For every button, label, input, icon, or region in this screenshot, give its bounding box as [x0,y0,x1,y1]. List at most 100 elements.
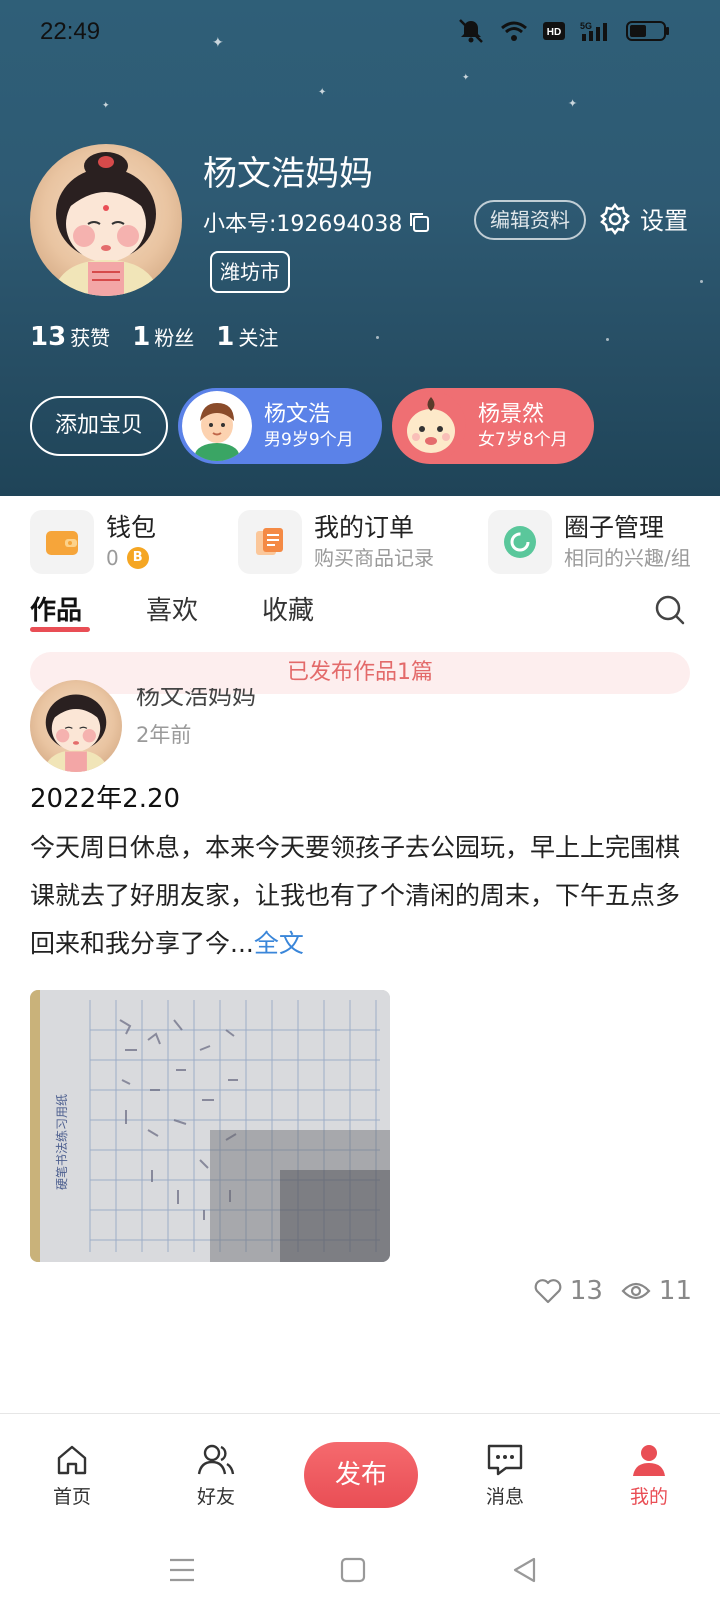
stat-number: 13 [30,322,67,352]
stat-number: 1 [216,322,235,352]
profile-header: ✦ ✦ ✦ ✦ ✦ 22:49 HD 5G 杨文浩妈妈 小本号:19269403… [0,0,720,496]
star-decoration [606,338,609,341]
like-count: 13 [569,1276,603,1306]
child-card-girl[interactable]: 杨景然 女7岁8个月 [392,388,594,464]
add-baby-button[interactable]: 添加宝贝 [30,396,168,456]
mute-bell-icon [459,19,483,43]
post-author-name[interactable]: 杨文浩妈妈 [136,688,256,710]
stat-following[interactable]: 1 关注 [216,322,278,352]
tab-works[interactable]: 作品 [30,590,82,627]
profile-stats: 13 获赞 1 粉丝 1 关注 [30,322,278,352]
post-body-text: 今天周日休息，本来今天要领孩子去公园玩，早上上完围棋课就去了好朋友家，让我也有了… [30,833,681,958]
tab-likes[interactable]: 喜欢 [146,590,198,627]
search-icon [655,595,685,625]
gear-icon [600,202,630,235]
friends-icon [197,1444,235,1475]
system-navigation-bar [0,1531,720,1612]
stat-fans[interactable]: 1 粉丝 [132,322,194,352]
content-tabs: 作品 喜欢 收藏 [30,590,690,640]
eye-icon [621,1282,651,1300]
orders-title: 我的订单 [314,513,415,542]
avatar-illustration [43,694,109,772]
star-decoration: ✦ [462,73,470,83]
child-name: 杨景然 [478,402,545,427]
circle-icon [488,510,552,574]
circle-title: 圈子管理 [564,513,665,542]
star-decoration: ✦ [318,87,327,98]
signal-5g-icon: 5G [580,21,607,41]
star-decoration [376,336,379,339]
child-age: 女7岁8个月 [478,430,568,450]
child-card-boy[interactable]: 杨文浩 男9岁9个月 [178,388,382,464]
order-icon [238,510,302,574]
status-time: 22:49 [40,18,101,45]
battery-icon [626,21,669,41]
home-icon [57,1445,87,1475]
profile-username: 杨文浩妈妈 [203,154,373,194]
shortcut-row: 钱包 0B 我的订单 购买商品记录 圈子管理 相同的兴趣/组 [0,510,720,584]
coin-icon: B [126,547,149,569]
nav-home-label: 首页 [52,1486,91,1508]
svg-text:HD: HD [547,27,561,38]
avatar-illustration [52,152,160,296]
stat-label: 获赞 [70,326,111,350]
post-body[interactable]: 今天周日休息，本来今天要领孩子去公园玩，早上上完围棋课就去了好朋友家，让我也有了… [30,824,680,968]
tab-favorites[interactable]: 收藏 [262,590,314,627]
heart-icon[interactable] [534,1278,562,1304]
boy-avatar [182,391,252,461]
search-button[interactable] [654,594,686,630]
status-bar: 22:49 HD 5G [0,0,720,64]
profile-avatar[interactable] [30,144,182,296]
wallet-title: 钱包 [106,513,157,542]
active-tab-indicator [30,627,90,632]
post-title: 2022年2.20 [30,784,181,814]
post-author-avatar[interactable] [30,680,122,772]
nav-friends-label: 好友 [196,1486,235,1508]
home-square-icon[interactable] [340,1557,366,1583]
nav-me-label: 我的 [629,1486,668,1508]
wifi-icon [501,21,527,41]
wallet-balance: 0 [106,546,119,570]
status-icons: HD 5G [456,18,670,44]
read-more-link[interactable]: 全文 [254,929,304,958]
stat-number: 1 [132,322,151,352]
svg-text:硬笔书法练习用纸: 硬笔书法练习用纸 [54,1094,69,1190]
orders-subtitle: 购买商品记录 [314,546,434,570]
post-stats: 13 11 [534,1276,692,1306]
menu-icon[interactable] [168,1557,196,1583]
stat-label: 粉丝 [154,326,195,350]
view-count: 11 [658,1276,692,1306]
person-icon [633,1445,665,1476]
message-icon [487,1444,523,1476]
nav-me[interactable]: 我的 [604,1442,694,1509]
back-triangle-icon[interactable] [512,1557,538,1583]
star-decoration: ✦ [102,101,110,111]
stat-label: 关注 [238,326,279,350]
copy-icon[interactable] [408,211,430,233]
published-count-banner: 已发布作品1篇 [30,652,690,694]
nav-home[interactable]: 首页 [27,1442,117,1509]
svg-text:5G: 5G [580,21,592,31]
city-badge: 潍坊市 [210,251,290,293]
circle-shortcut[interactable]: 圈子管理 相同的兴趣/组 [488,510,691,574]
child-age: 男9岁9个月 [264,430,354,450]
publish-button[interactable]: 发布 [304,1442,418,1508]
wallet-shortcut[interactable]: 钱包 0B [30,510,156,574]
nav-friends[interactable]: 好友 [171,1442,261,1509]
settings-button[interactable]: 设置 [598,201,688,236]
nav-messages[interactable]: 消息 [460,1442,550,1509]
edit-profile-button[interactable]: 编辑资料 [474,200,586,240]
circle-subtitle: 相同的兴趣/组 [564,546,691,570]
child-name: 杨文浩 [264,402,331,427]
post-image[interactable]: 硬笔书法练习用纸 [30,990,390,1262]
account-id-text: 小本号:192694038 [203,212,403,237]
orders-shortcut[interactable]: 我的订单 购买商品记录 [238,510,434,574]
settings-label: 设置 [640,207,688,235]
nav-messages-label: 消息 [485,1486,524,1508]
account-id-row: 小本号:192694038 [203,206,430,238]
star-decoration [700,280,703,283]
hd-icon: HD [543,22,565,40]
post-timestamp: 2年前 [136,723,192,747]
handwriting-paper-photo: 硬笔书法练习用纸 [30,990,390,1262]
stat-likes[interactable]: 13 获赞 [30,322,110,352]
